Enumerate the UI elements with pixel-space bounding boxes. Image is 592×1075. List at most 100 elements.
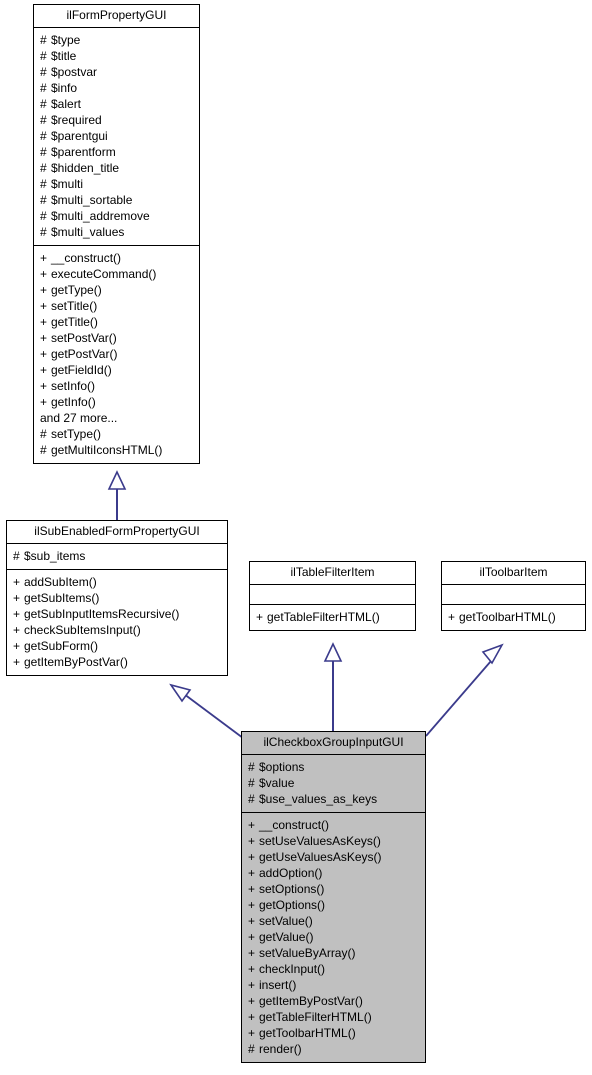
member-visibility: + [40,395,48,409]
member-visibility: + [13,639,21,653]
class-member: + getFieldId() [40,362,195,378]
member-name: getType() [51,283,102,297]
class-title-iltoolbaritem: ilToolbarItem [442,562,585,585]
member-name: getTableFilterHTML() [267,610,380,624]
member-name: addOption() [259,866,323,880]
member-name: getTitle() [51,315,98,329]
class-member: + getSubForm() [13,638,223,654]
class-member: + addSubItem() [13,574,223,590]
class-member: + setTitle() [40,298,195,314]
class-member: + setOptions() [248,881,421,897]
member-name: render() [259,1042,302,1056]
class-member: # setType() [40,426,195,442]
member-visibility: # [40,33,47,47]
class-box-ilformpropertygui[interactable]: ilFormPropertyGUI # $type # $title # $postvar… [33,4,200,464]
member-name: getToolbarHTML() [459,610,556,624]
member-visibility: # [40,443,47,457]
class-box-iltablefilteritem[interactable]: ilTableFilterItem + getTableFilterHTML() [249,561,416,631]
relation-checkboxgroup-to-tablefilteritem [323,642,343,731]
member-visibility: + [248,914,256,928]
member-visibility: + [13,623,21,637]
member-name: $info [51,81,78,95]
member-name: $multi_sortable [51,193,133,207]
class-member: # $postvar [40,64,195,80]
member-visibility: + [13,607,21,621]
member-visibility: + [248,850,256,864]
member-visibility: + [256,610,264,624]
class-box-iltoolbaritem[interactable]: ilToolbarItem + getToolbarHTML() [441,561,586,631]
class-member: # $multi_addremove [40,208,195,224]
member-name: and 27 more... [40,411,118,425]
member-name: $alert [51,97,82,111]
member-visibility: # [40,65,47,79]
member-name: setType() [51,427,102,441]
member-visibility: # [40,49,47,63]
member-name: $multi [51,177,84,191]
member-visibility: + [40,267,48,281]
member-name: setOptions() [259,882,325,896]
class-member: + getSubItems() [13,590,223,606]
member-name: $value [259,776,295,790]
class-member: # $type [40,32,195,48]
class-member: + setUseValuesAsKeys() [248,833,421,849]
class-box-ilsubenabledformpropertygui[interactable]: ilSubEnabledFormPropertyGUI # $sub_items … [6,520,228,676]
class-member: + getItemByPostVar() [248,993,421,1009]
class-title-ilsubenabledformpropertygui: ilSubEnabledFormPropertyGUI [7,521,227,544]
class-member: + getPostVar() [40,346,195,362]
member-visibility: # [40,145,47,159]
member-visibility: + [248,978,256,992]
class-member: + insert() [248,977,421,993]
member-visibility: + [248,1010,256,1024]
class-member: + setValueByArray() [248,945,421,961]
class-box-ilcheckboxgroupinputgui[interactable]: ilCheckboxGroupInputGUI # $options # $value… [241,731,426,1063]
member-name: getMultiIconsHTML() [51,443,163,457]
member-name: checkSubItemsInput() [24,623,141,637]
class-member: # $use_values_as_keys [248,791,421,807]
class-member: + getTableFilterHTML() [256,609,411,625]
member-visibility: + [40,251,48,265]
member-name: $multi_addremove [51,209,150,223]
class-operations-ilsubenabledformpropertygui: + addSubItem() + getSubItems() + getSubInputI… [7,570,227,675]
member-visibility: # [40,81,47,95]
class-member: # $value [248,775,421,791]
class-member: # $parentgui [40,128,195,144]
class-member: # $parentform [40,144,195,160]
member-visibility: + [248,946,256,960]
class-operations-iltoolbaritem: + getToolbarHTML() [442,605,585,630]
class-attributes-ilcheckboxgroupinputgui: # $options # $value # $use_values_as_keys [242,755,425,813]
class-member: + __construct() [40,250,195,266]
class-member: + checkSubItemsInput() [13,622,223,638]
member-visibility: # [40,161,47,175]
class-member: # render() [248,1041,421,1057]
member-name: $required [51,113,102,127]
member-visibility: + [40,299,48,313]
member-name: getItemByPostVar() [259,994,363,1008]
member-visibility: + [248,1026,256,1040]
member-name: checkInput() [259,962,326,976]
class-member: + executeCommand() [40,266,195,282]
class-member: # $hidden_title [40,160,195,176]
class-member: + __construct() [248,817,421,833]
member-name: getFieldId() [51,363,112,377]
member-name: $use_values_as_keys [259,792,378,806]
member-visibility: + [248,882,256,896]
class-member: # $info [40,80,195,96]
member-visibility: + [248,834,256,848]
member-name: getSubForm() [24,639,99,653]
member-name: setPostVar() [51,331,117,345]
class-member: + getUseValuesAsKeys() [248,849,421,865]
member-visibility: + [248,898,256,912]
member-name: getUseValuesAsKeys() [259,850,382,864]
class-member: + getToolbarHTML() [448,609,581,625]
class-member: + getInfo() [40,394,195,410]
class-member: + setValue() [248,913,421,929]
class-member: + getSubInputItemsRecursive() [13,606,223,622]
member-name: $type [51,33,81,47]
member-name: $options [259,760,305,774]
member-visibility: + [448,610,456,624]
member-name: getItemByPostVar() [24,655,128,669]
class-operations-ilcheckboxgroupinputgui: + __construct() + setUseValuesAsKeys() + getU… [242,813,425,1062]
class-member: # getMultiIconsHTML() [40,442,195,458]
member-visibility: + [13,655,21,669]
member-visibility: + [40,347,48,361]
